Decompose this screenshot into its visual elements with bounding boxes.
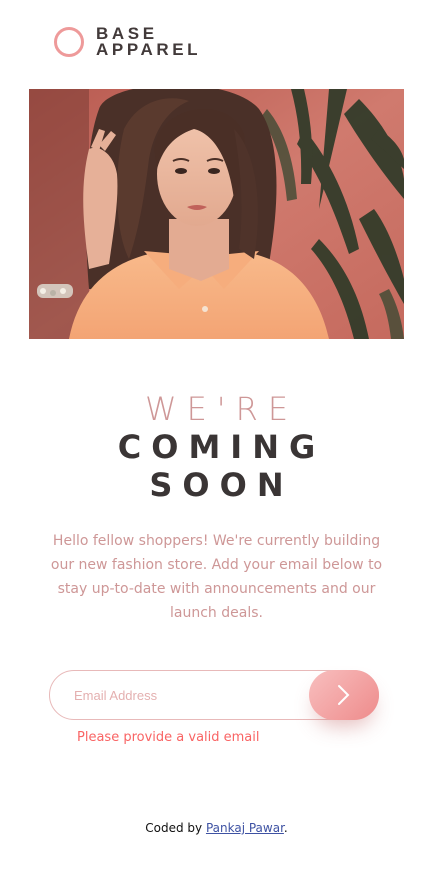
heading-bold-line-2: SOON <box>149 466 294 504</box>
email-error-message: Please provide a valid email <box>77 730 260 745</box>
attribution-footer: Coded by Pankaj Pawar. <box>0 819 433 837</box>
heading-light: WE'RE <box>144 390 299 428</box>
footer-suffix: . <box>283 821 288 835</box>
model-photo-icon <box>29 89 404 339</box>
heading-bold-line-1: COMING <box>117 428 326 466</box>
footer-prefix: Coded by <box>145 821 203 835</box>
submit-button[interactable] <box>309 670 379 720</box>
brand-line-2: APPAREL <box>96 40 202 59</box>
brand-wordmark: BASE APPAREL <box>96 25 202 59</box>
email-signup-form <box>49 670 379 720</box>
logo-ring-icon <box>54 27 84 57</box>
brand-logo[interactable]: BASE APPAREL <box>54 24 201 60</box>
author-link[interactable]: Pankaj Pawar <box>206 821 284 835</box>
coming-soon-page: BASE APPAREL WE'RE COMING SOON Hello fel… <box>0 0 433 885</box>
page-heading: WE'RE COMING SOON <box>0 390 433 504</box>
hero-image <box>29 89 404 339</box>
chevron-right-icon <box>338 685 350 705</box>
intro-description: Hello fellow shoppers! We're currently b… <box>50 533 383 621</box>
